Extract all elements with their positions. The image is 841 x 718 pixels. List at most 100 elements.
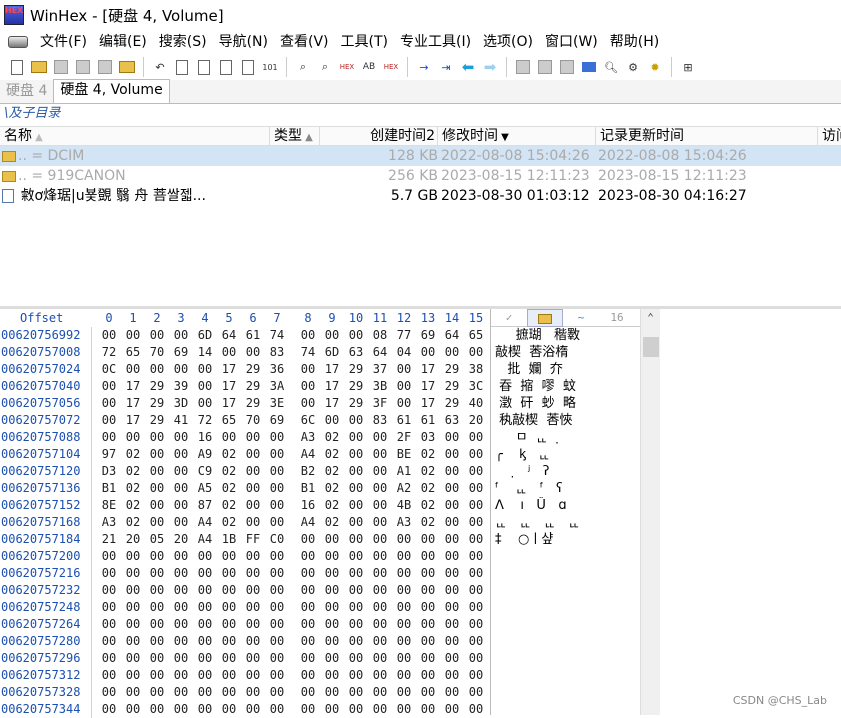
hex-byte[interactable]: 00 <box>123 565 143 582</box>
offset-value[interactable]: 00620757040 <box>0 378 91 395</box>
hex-byte[interactable]: 72 <box>99 344 119 361</box>
hex-byte[interactable]: 41 <box>171 412 191 429</box>
hex-byte[interactable]: 00 <box>267 497 287 514</box>
hex-byte[interactable]: 00 <box>346 514 366 531</box>
text-line[interactable]: ᐱ ı Û ɑ <box>495 497 660 514</box>
offset-value[interactable]: 00620757104 <box>0 446 91 463</box>
save-icon[interactable] <box>52 58 70 76</box>
offset-value[interactable]: 00620756992 <box>0 327 91 344</box>
hex-byte[interactable]: 00 <box>346 667 366 684</box>
hex-byte[interactable]: 00 <box>394 701 414 718</box>
hex-byte[interactable]: 6D <box>322 344 342 361</box>
hex-bytes[interactable]: 00 00 00 00 6D 64 61 74 00 00 00 08 77 69 64 65 72 65 70 69… <box>96 327 486 718</box>
hex-byte[interactable]: 00 <box>195 616 215 633</box>
hex-byte[interactable]: 00 <box>195 701 215 718</box>
column-created[interactable]: 创建时间2 <box>320 127 438 147</box>
hex-byte[interactable]: 00 <box>147 599 167 616</box>
hex-byte[interactable]: A4 <box>298 446 318 463</box>
hex-byte[interactable]: 00 <box>442 463 462 480</box>
hex-byte[interactable]: 00 <box>418 616 438 633</box>
hex-byte[interactable]: 00 <box>195 582 215 599</box>
offset-value[interactable]: 00620757312 <box>0 667 91 684</box>
menu-edit[interactable]: 编辑(E) <box>93 30 153 54</box>
hex-byte[interactable]: 70 <box>147 344 167 361</box>
hex-byte[interactable]: 00 <box>370 497 390 514</box>
hex-byte[interactable]: 29 <box>243 378 263 395</box>
menu-options[interactable]: 选项(O) <box>477 30 539 54</box>
wizard-icon[interactable]: ✹ <box>646 58 664 76</box>
hex-byte[interactable]: 00 <box>195 548 215 565</box>
hex-byte[interactable]: 00 <box>171 463 191 480</box>
find-hex-icon[interactable]: HEX <box>338 58 356 76</box>
hex-byte[interactable]: 17 <box>322 361 342 378</box>
hex-byte[interactable]: 87 <box>195 497 215 514</box>
hex-byte[interactable]: 00 <box>322 633 342 650</box>
offset-value[interactable]: 00620757264 <box>0 616 91 633</box>
hex-byte[interactable]: 02 <box>219 446 239 463</box>
hex-byte[interactable]: 00 <box>370 701 390 718</box>
hex-byte[interactable]: 29 <box>147 378 167 395</box>
hex-byte[interactable]: 74 <box>298 344 318 361</box>
hex-byte[interactable]: 0C <box>99 361 119 378</box>
hex-byte[interactable]: 00 <box>219 650 239 667</box>
hex-byte[interactable]: 00 <box>370 548 390 565</box>
new-icon[interactable] <box>8 58 26 76</box>
hex-byte[interactable]: 00 <box>442 616 462 633</box>
column-access[interactable]: 访问 <box>818 127 841 147</box>
hex-byte[interactable]: 00 <box>219 548 239 565</box>
hex-byte[interactable]: 63 <box>442 412 462 429</box>
hex-byte[interactable]: A1 <box>394 463 414 480</box>
hex-byte[interactable]: 00 <box>195 395 215 412</box>
hex-byte[interactable]: 00 <box>171 667 191 684</box>
hex-byte[interactable]: 29 <box>442 361 462 378</box>
hex-byte[interactable]: 00 <box>466 344 486 361</box>
hex-byte[interactable]: 00 <box>466 480 486 497</box>
goto-offset-icon[interactable]: → <box>415 58 433 76</box>
hex-byte[interactable]: 00 <box>171 429 191 446</box>
hex-byte[interactable]: 00 <box>267 514 287 531</box>
offset-value[interactable]: 00620757216 <box>0 565 91 582</box>
hex-byte[interactable]: 00 <box>267 429 287 446</box>
hex-byte[interactable]: 02 <box>219 480 239 497</box>
hex-byte[interactable]: 00 <box>171 701 191 718</box>
hex-byte[interactable]: BE <box>394 446 414 463</box>
hex-byte[interactable]: 00 <box>99 412 119 429</box>
hex-byte[interactable]: 00 <box>171 616 191 633</box>
paste-special-icon[interactable] <box>239 58 257 76</box>
text-line[interactable]: ᇿ ᇿ ᇿ ᇿ <box>495 514 660 531</box>
hex-byte[interactable]: 00 <box>298 565 318 582</box>
hex-byte[interactable]: 00 <box>442 446 462 463</box>
hex-byte[interactable]: 00 <box>370 446 390 463</box>
text-tab-16[interactable]: 16 <box>599 309 635 327</box>
hex-byte[interactable]: 00 <box>243 344 263 361</box>
settings-icon[interactable]: ⚙ <box>624 58 642 76</box>
offset-value[interactable]: 00620757232 <box>0 582 91 599</box>
open-disk-icon[interactable] <box>514 58 532 76</box>
hex-byte[interactable]: 00 <box>219 667 239 684</box>
hex-byte[interactable]: 00 <box>99 548 119 565</box>
hex-byte[interactable]: FF <box>243 531 263 548</box>
menu-tools[interactable]: 工具(T) <box>335 30 394 54</box>
hex-byte[interactable]: 00 <box>267 650 287 667</box>
hex-byte[interactable]: 4B <box>394 497 414 514</box>
hex-byte[interactable]: 17 <box>219 395 239 412</box>
column-record-updated[interactable]: 记录更新时间 <box>596 127 818 147</box>
hex-byte[interactable]: 00 <box>394 531 414 548</box>
hex-byte[interactable]: 3B <box>370 378 390 395</box>
hex-byte[interactable]: 00 <box>394 378 414 395</box>
hex-byte[interactable]: 00 <box>99 565 119 582</box>
copy-icon[interactable] <box>173 58 191 76</box>
hex-byte[interactable]: 00 <box>394 667 414 684</box>
hex-byte[interactable]: 00 <box>418 701 438 718</box>
hex-byte[interactable]: 00 <box>243 429 263 446</box>
hex-byte[interactable]: 00 <box>346 412 366 429</box>
hex-byte[interactable]: 00 <box>442 480 462 497</box>
hex-byte[interactable]: 00 <box>123 701 143 718</box>
hex-byte[interactable]: 02 <box>123 514 143 531</box>
hex-byte[interactable]: 00 <box>418 684 438 701</box>
hex-byte[interactable]: 00 <box>442 565 462 582</box>
hex-byte[interactable]: 00 <box>171 480 191 497</box>
hex-byte[interactable]: 00 <box>267 684 287 701</box>
hex-byte[interactable]: 00 <box>442 514 462 531</box>
winhex-app-icon[interactable]: HEX <box>4 5 24 25</box>
